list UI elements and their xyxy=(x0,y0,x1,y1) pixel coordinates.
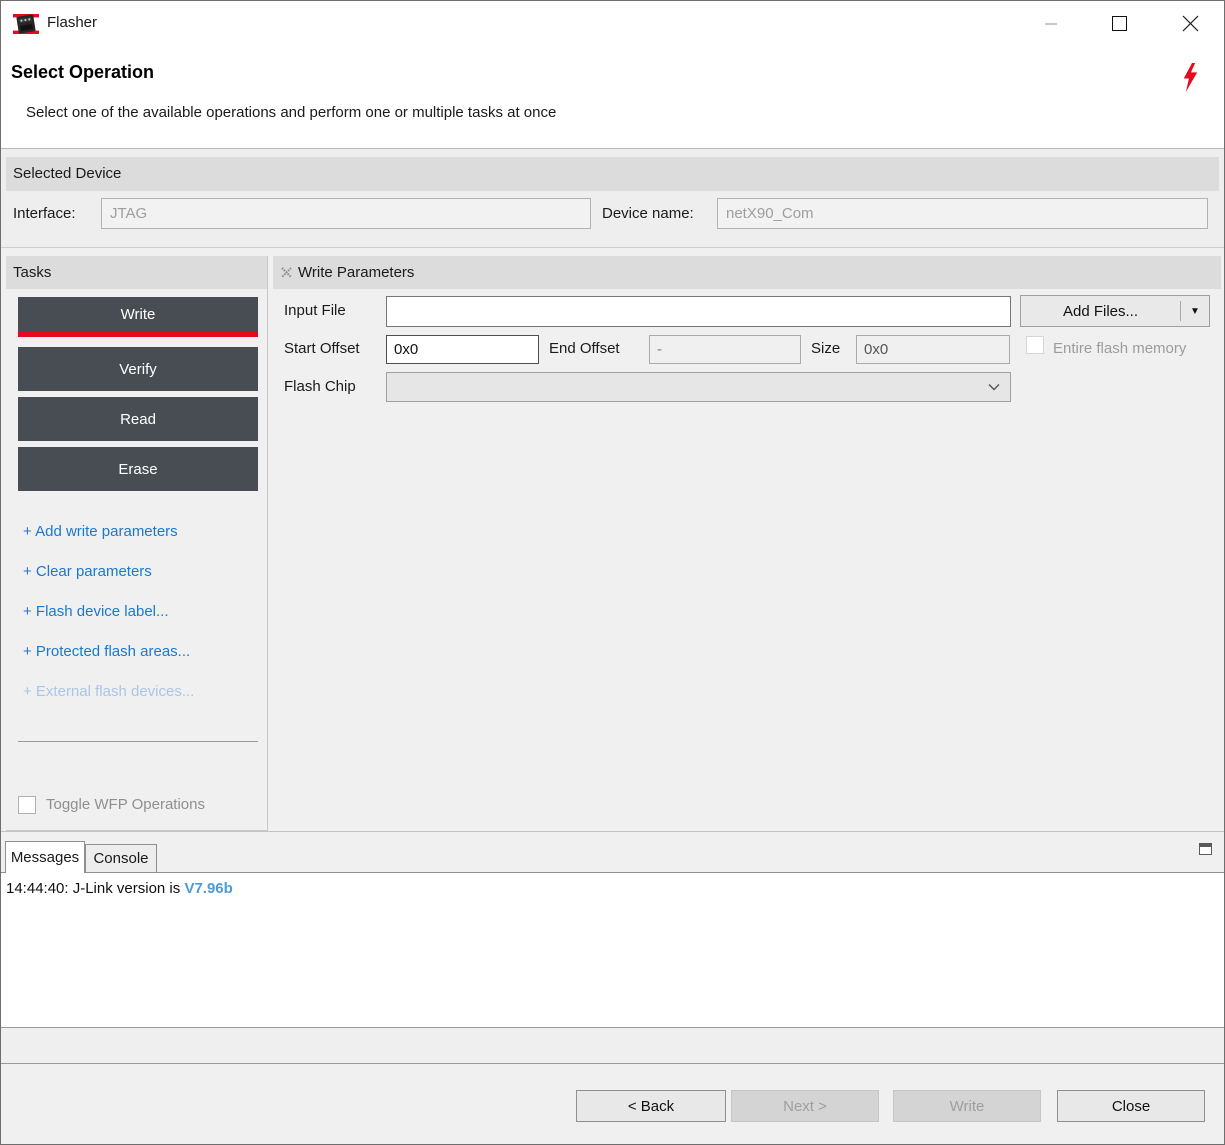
toggle-wfp-checkbox[interactable] xyxy=(18,796,36,814)
write-parameters-title: Write Parameters xyxy=(298,256,414,289)
write-footer-button: Write xyxy=(893,1090,1041,1122)
window-title: Flasher xyxy=(47,14,97,31)
log-version-text: V7.96b xyxy=(184,880,232,897)
add-files-dropdown-icon[interactable]: ▼ xyxy=(1181,306,1209,317)
back-button[interactable]: < Back xyxy=(576,1090,726,1122)
chevron-down-icon xyxy=(988,383,1000,391)
flash-device-label-link[interactable]: + Flash device label... xyxy=(23,603,169,620)
next-button: Next > xyxy=(731,1090,879,1122)
tasks-divider xyxy=(18,741,258,742)
messages-log: 14:44:40: J-Link version is V7.96b xyxy=(1,873,1224,1027)
task-write-button[interactable]: Write xyxy=(18,297,258,337)
flasher-window: Flasher Select Operation Select one of t… xyxy=(0,0,1225,1145)
page-header: Select Operation Select one of the avail… xyxy=(1,46,1224,149)
task-erase-button[interactable]: Erase xyxy=(18,447,258,491)
selected-device-section: Selected Device Interface: Device name: xyxy=(1,149,1224,248)
messages-tab-bar: Messages Console xyxy=(1,841,1224,873)
footer-bar: < Back Next > Write Close xyxy=(1,1064,1224,1145)
interface-field xyxy=(101,198,591,229)
close-footer-button[interactable]: Close xyxy=(1057,1090,1205,1122)
page-title: Select Operation xyxy=(11,62,154,83)
add-files-label: Add Files... xyxy=(1021,303,1180,320)
end-offset-label: End Offset xyxy=(549,340,620,357)
start-offset-label: Start Offset xyxy=(284,340,360,357)
close-icon xyxy=(1182,15,1199,32)
minimize-button xyxy=(1028,1,1074,46)
title-bar: Flasher xyxy=(1,1,1224,46)
tasks-header: Tasks xyxy=(6,256,267,289)
maximize-icon xyxy=(1112,16,1127,31)
tasks-panel: Tasks Write Verify Read Erase + Add writ… xyxy=(6,256,268,831)
device-name-label: Device name: xyxy=(602,205,694,222)
clear-parameters-link[interactable]: + Clear parameters xyxy=(23,563,152,580)
add-files-button[interactable]: Add Files... ▼ xyxy=(1020,295,1210,327)
input-file-field[interactable] xyxy=(386,296,1011,327)
protected-flash-areas-link[interactable]: + Protected flash areas... xyxy=(23,643,190,660)
tab-console[interactable]: Console xyxy=(85,844,157,873)
entire-flash-checkbox xyxy=(1026,336,1044,354)
dock-panel-icon[interactable] xyxy=(1199,843,1212,855)
device-name-field xyxy=(717,198,1208,229)
external-flash-devices-link: + External flash devices... xyxy=(23,683,194,700)
write-parameters-header: Write Parameters xyxy=(273,256,1221,289)
float-panel-icon[interactable] xyxy=(281,267,292,278)
size-label: Size xyxy=(811,340,840,357)
task-verify-button[interactable]: Verify xyxy=(18,347,258,391)
size-field xyxy=(856,335,1010,364)
splitter-handle[interactable] xyxy=(1,1027,1224,1064)
toggle-wfp-label: Toggle WFP Operations xyxy=(46,796,205,813)
minimize-icon xyxy=(1045,23,1057,25)
lightning-icon xyxy=(1180,63,1202,97)
flash-chip-label: Flash Chip xyxy=(284,378,356,395)
add-write-parameters-link[interactable]: + Add write parameters xyxy=(23,523,178,540)
interface-label: Interface: xyxy=(13,205,76,222)
page-subtitle: Select one of the available operations a… xyxy=(26,104,556,121)
log-line-text: 14:44:40: J-Link version is xyxy=(6,880,184,897)
flash-chip-select xyxy=(386,372,1011,402)
close-button[interactable] xyxy=(1167,1,1213,46)
panels-bottom-divider xyxy=(1,831,1224,832)
selected-device-header: Selected Device xyxy=(6,157,1219,191)
flasher-app-icon xyxy=(12,10,40,38)
entire-flash-label: Entire flash memory xyxy=(1053,340,1186,357)
tab-messages[interactable]: Messages xyxy=(5,841,85,873)
write-parameters-panel: Write Parameters Input File Add Files...… xyxy=(273,256,1221,831)
task-read-button[interactable]: Read xyxy=(18,397,258,441)
end-offset-field xyxy=(649,335,801,364)
start-offset-field[interactable] xyxy=(386,335,539,364)
maximize-button[interactable] xyxy=(1096,1,1142,46)
input-file-label: Input File xyxy=(284,302,346,319)
